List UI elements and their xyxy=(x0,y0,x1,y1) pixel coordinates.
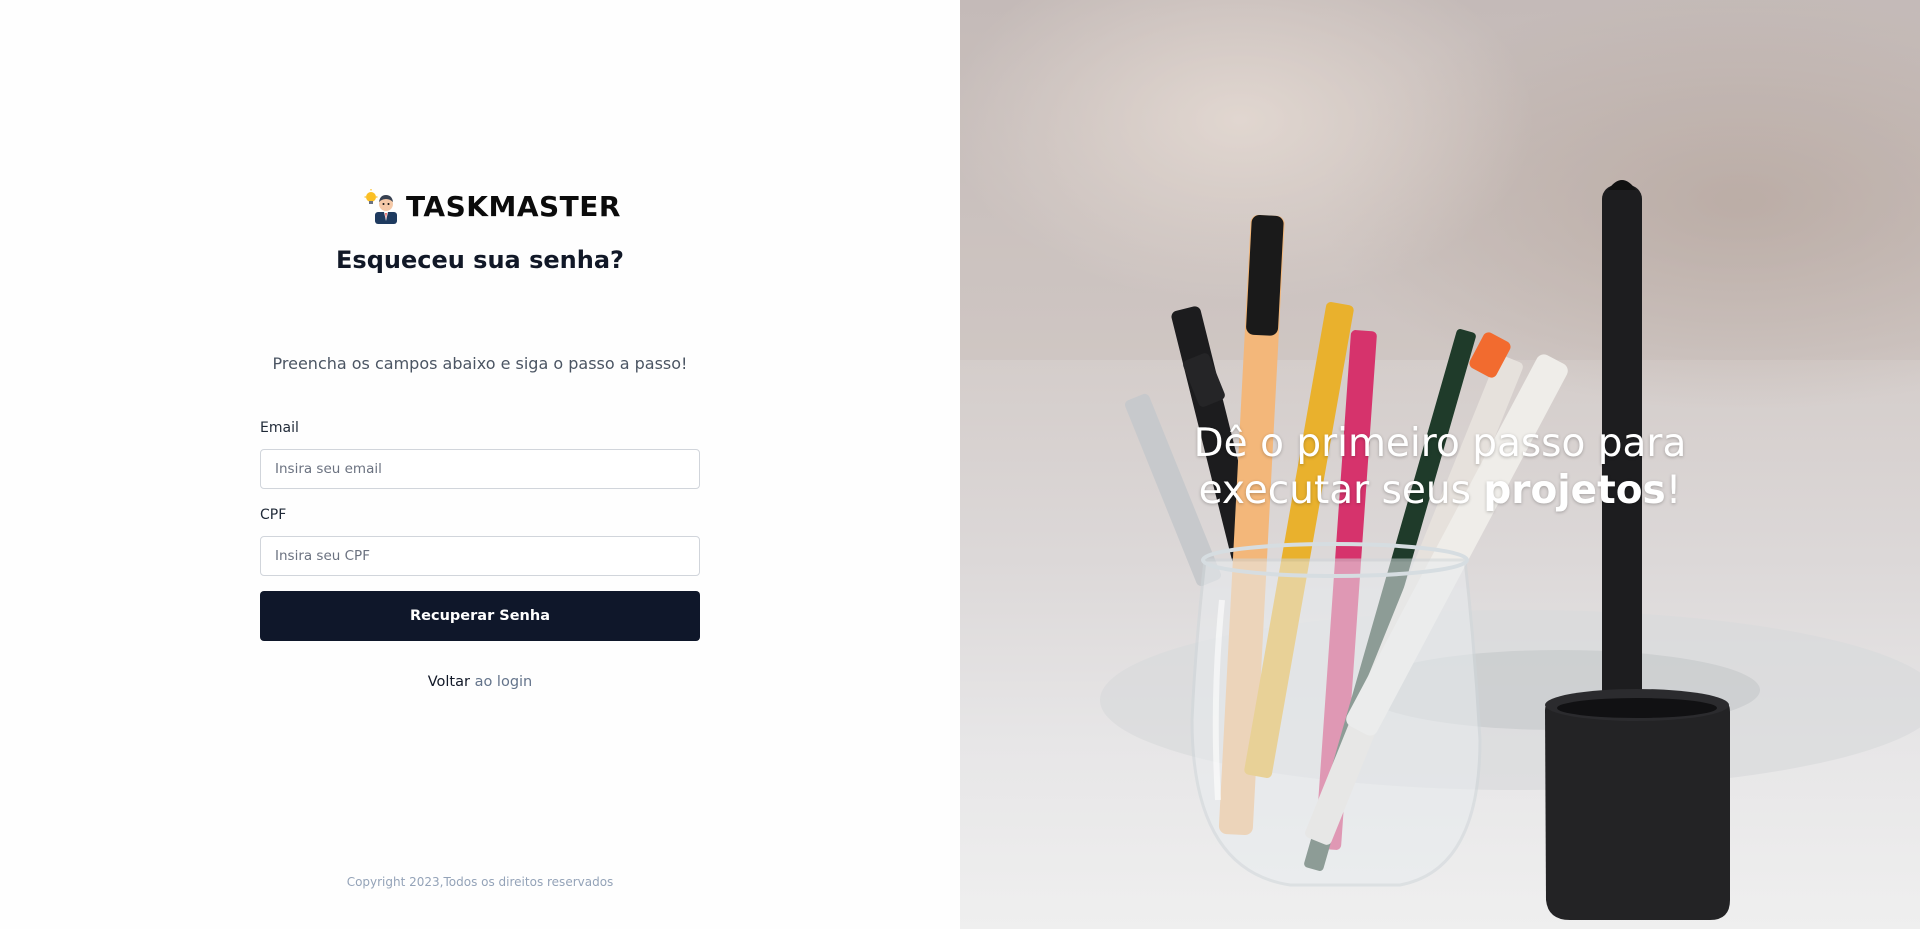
hero-line-2-suffix: ! xyxy=(1665,468,1682,513)
hero-line-1: Dê o primeiro passo para xyxy=(1193,421,1687,466)
brand-logo: TASKMASTER xyxy=(364,184,620,228)
hero-headline: Dê o primeiro passo para executar seus p… xyxy=(960,420,1920,514)
hero-line-2: executar seus projetos! xyxy=(960,467,1920,514)
email-field[interactable] xyxy=(260,449,700,489)
businessman-lightbulb-icon xyxy=(364,188,400,224)
cpf-field[interactable] xyxy=(260,536,700,576)
recover-password-button[interactable]: Recuperar Senha xyxy=(260,591,700,641)
back-prefix: Voltar xyxy=(427,674,470,690)
hero-line-2-prefix: executar seus xyxy=(1198,468,1484,513)
hero-highlight: projetos xyxy=(1483,468,1666,513)
form-subtitle: Preencha os campos abaixo e siga o passo… xyxy=(272,354,688,373)
back-to-login: Voltar ao login xyxy=(0,674,960,690)
copyright-text: Copyright 2023,Todos os direitos reserva… xyxy=(346,875,614,889)
cpf-label: CPF xyxy=(260,507,287,523)
back-to-login-link[interactable]: ao login xyxy=(475,674,533,690)
page-title: Esqueceu sua senha? xyxy=(336,246,624,274)
brand-name: TASKMASTER xyxy=(406,189,621,223)
email-label: Email xyxy=(260,420,299,436)
hero-image: Dê o primeiro passo para executar seus p… xyxy=(960,0,1920,929)
login-panel: TASKMASTER Esqueceu sua senha? Preencha … xyxy=(0,0,960,929)
